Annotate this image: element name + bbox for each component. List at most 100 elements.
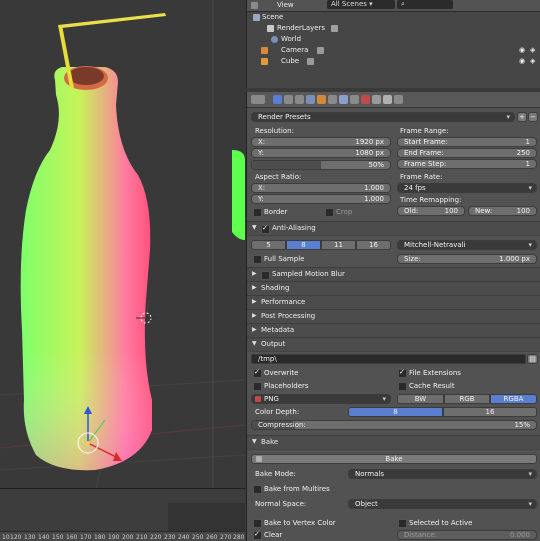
scene-icon: [253, 14, 260, 21]
chevron-down-icon: ▾: [528, 500, 532, 508]
color-bw-button[interactable]: BW: [397, 394, 444, 404]
field-label: X:: [258, 184, 266, 192]
time-old-field[interactable]: Old: 100: [397, 206, 465, 216]
outliner-row-cube[interactable]: Cube ◉ ◈: [247, 56, 540, 67]
overwrite-checkbox[interactable]: [253, 368, 262, 378]
timeline-tick: 180: [94, 534, 106, 541]
bake-mode-dropdown[interactable]: Normals ▾: [348, 469, 537, 479]
motion-blur-panel-header[interactable]: ▶ Sampled Motion Blur: [247, 267, 540, 282]
resolution-y-field[interactable]: Y: 1080 px: [251, 148, 391, 158]
aspect-y-field[interactable]: Y: 1.000: [251, 194, 391, 204]
end-frame-field[interactable]: End Frame: 250: [397, 148, 537, 158]
aa-filter-dropdown[interactable]: Mitchell-Netravali ▾: [397, 240, 537, 250]
anti-aliasing-checkbox[interactable]: [261, 224, 270, 234]
color-depth-8-button[interactable]: 8: [348, 407, 443, 417]
render-tab-icon[interactable]: [273, 95, 282, 104]
render-presets-dropdown[interactable]: Render Presets ▾: [251, 112, 515, 122]
display-mode-select[interactable]: All Scenes ▾: [327, 0, 395, 9]
start-frame-field[interactable]: Start Frame: 1: [397, 137, 537, 147]
background-object: [232, 150, 245, 240]
output-panel-header[interactable]: ▼ Output: [247, 337, 540, 352]
editor-type-icon[interactable]: [251, 95, 265, 104]
outliner-panel[interactable]: View All Scenes ▾ ⌕ Scene RenderLayers W…: [246, 0, 540, 88]
outliner-row-world[interactable]: World: [247, 34, 540, 45]
bake-button[interactable]: Bake: [251, 454, 537, 464]
constraints-tab-icon[interactable]: [328, 95, 337, 104]
post-processing-panel-header[interactable]: ▶ Post Processing: [247, 309, 540, 324]
selected-to-active-checkbox[interactable]: [398, 519, 407, 528]
remove-preset-button[interactable]: −: [528, 112, 538, 122]
time-new-field[interactable]: New: 100: [468, 206, 537, 216]
render-toggle-icon[interactable]: ◈: [530, 56, 535, 67]
add-preset-button[interactable]: +: [517, 112, 527, 122]
color-rgba-button[interactable]: RGBA: [490, 394, 537, 404]
motion-blur-checkbox[interactable]: [261, 271, 270, 280]
object-tab-icon[interactable]: [317, 95, 326, 104]
bake-from-multires-checkbox[interactable]: [253, 485, 262, 494]
bake-panel-header[interactable]: ▼ Bake: [247, 435, 540, 450]
resolution-x-field[interactable]: X: 1920 px: [251, 137, 391, 147]
file-extensions-checkbox[interactable]: [398, 368, 407, 378]
visibility-eye-icon[interactable]: ◉: [519, 45, 525, 56]
aa-samples-11[interactable]: 11: [321, 240, 356, 250]
render-toggle-icon[interactable]: ◈: [530, 45, 535, 56]
viewport-canvas[interactable]: [0, 0, 245, 541]
field-value: 1: [525, 138, 530, 146]
normal-space-dropdown[interactable]: Object ▾: [348, 499, 537, 509]
distance-field[interactable]: Distance: 0.000: [397, 530, 537, 540]
view-menu[interactable]: View: [277, 1, 294, 9]
shading-panel-header[interactable]: ▶ Shading: [247, 281, 540, 296]
material-tab-icon[interactable]: [361, 95, 370, 104]
fps-dropdown[interactable]: 24 fps ▾: [397, 183, 537, 193]
border-checkbox[interactable]: [253, 208, 262, 217]
border-label: Border: [264, 208, 288, 216]
timeline-ruler[interactable]: 10 120 130 140 150 160 170 180 190 200 2…: [0, 531, 245, 541]
outliner-row-scene[interactable]: Scene: [247, 12, 540, 23]
timeline-tick: 10: [2, 534, 10, 541]
file-format-dropdown[interactable]: PNG ▾: [251, 394, 391, 404]
color-rgb-button[interactable]: RGB: [444, 394, 490, 404]
search-input[interactable]: ⌕: [397, 0, 453, 9]
bottle-opening: [68, 67, 104, 85]
scene-tab-icon[interactable]: [295, 95, 304, 104]
field-value: 0.000: [509, 531, 530, 539]
performance-panel-header[interactable]: ▶ Performance: [247, 295, 540, 310]
aa-samples-8[interactable]: 8: [286, 240, 321, 250]
compression-slider[interactable]: Compression: 15%: [251, 420, 537, 430]
texture-tab-icon[interactable]: [372, 95, 381, 104]
aspect-x-field[interactable]: X: 1.000: [251, 183, 391, 193]
clear-checkbox[interactable]: [253, 530, 262, 540]
timeline-tick: 280: [233, 534, 245, 541]
physics-tab-icon[interactable]: [394, 95, 403, 104]
particles-tab-icon[interactable]: [383, 95, 392, 104]
frame-step-field[interactable]: Frame Step: 1: [397, 159, 537, 169]
visibility-eye-icon[interactable]: ◉: [519, 56, 525, 67]
aa-samples-5[interactable]: 5: [251, 240, 286, 250]
chevron-down-icon: ▼: [252, 224, 257, 231]
folder-browse-icon[interactable]: ▤: [527, 354, 538, 364]
aa-samples-16[interactable]: 16: [356, 240, 391, 250]
crop-checkbox[interactable]: [325, 208, 334, 217]
anti-aliasing-panel-header[interactable]: ▼ Anti-Aliasing: [247, 221, 540, 236]
outliner-row-renderlayers[interactable]: RenderLayers: [247, 23, 540, 34]
world-tab-icon[interactable]: [306, 95, 315, 104]
bake-vertex-color-checkbox[interactable]: [253, 519, 262, 528]
full-sample-checkbox[interactable]: [253, 255, 262, 264]
color-depth-16-button[interactable]: 16: [443, 407, 537, 417]
editor-type-icon[interactable]: [251, 2, 258, 9]
modifiers-tab-icon[interactable]: [339, 95, 348, 104]
outliner-row-camera[interactable]: Camera ◉ ◈: [247, 45, 540, 56]
cache-result-checkbox[interactable]: [398, 382, 407, 391]
outliner-row-label: RenderLayers: [277, 24, 326, 32]
data-tab-icon[interactable]: [350, 95, 359, 104]
properties-panel[interactable]: Render Presets ▾ + − Resolution: X: 1920…: [246, 92, 540, 541]
placeholders-checkbox[interactable]: [253, 382, 262, 391]
resolution-percent-slider[interactable]: 50%: [251, 160, 391, 170]
metadata-panel-header[interactable]: ▶ Metadata: [247, 323, 540, 338]
field-value: Normals: [355, 470, 384, 478]
render-layers-tab-icon[interactable]: [284, 95, 293, 104]
3d-viewport[interactable]: 10 120 130 140 150 160 170 180 190 200 2…: [0, 0, 245, 541]
timeline-editor[interactable]: 10 120 130 140 150 160 170 180 190 200 2…: [0, 488, 245, 541]
aa-size-field[interactable]: Size: 1.000 px: [397, 254, 537, 264]
output-path-input[interactable]: /tmp\: [251, 354, 526, 364]
